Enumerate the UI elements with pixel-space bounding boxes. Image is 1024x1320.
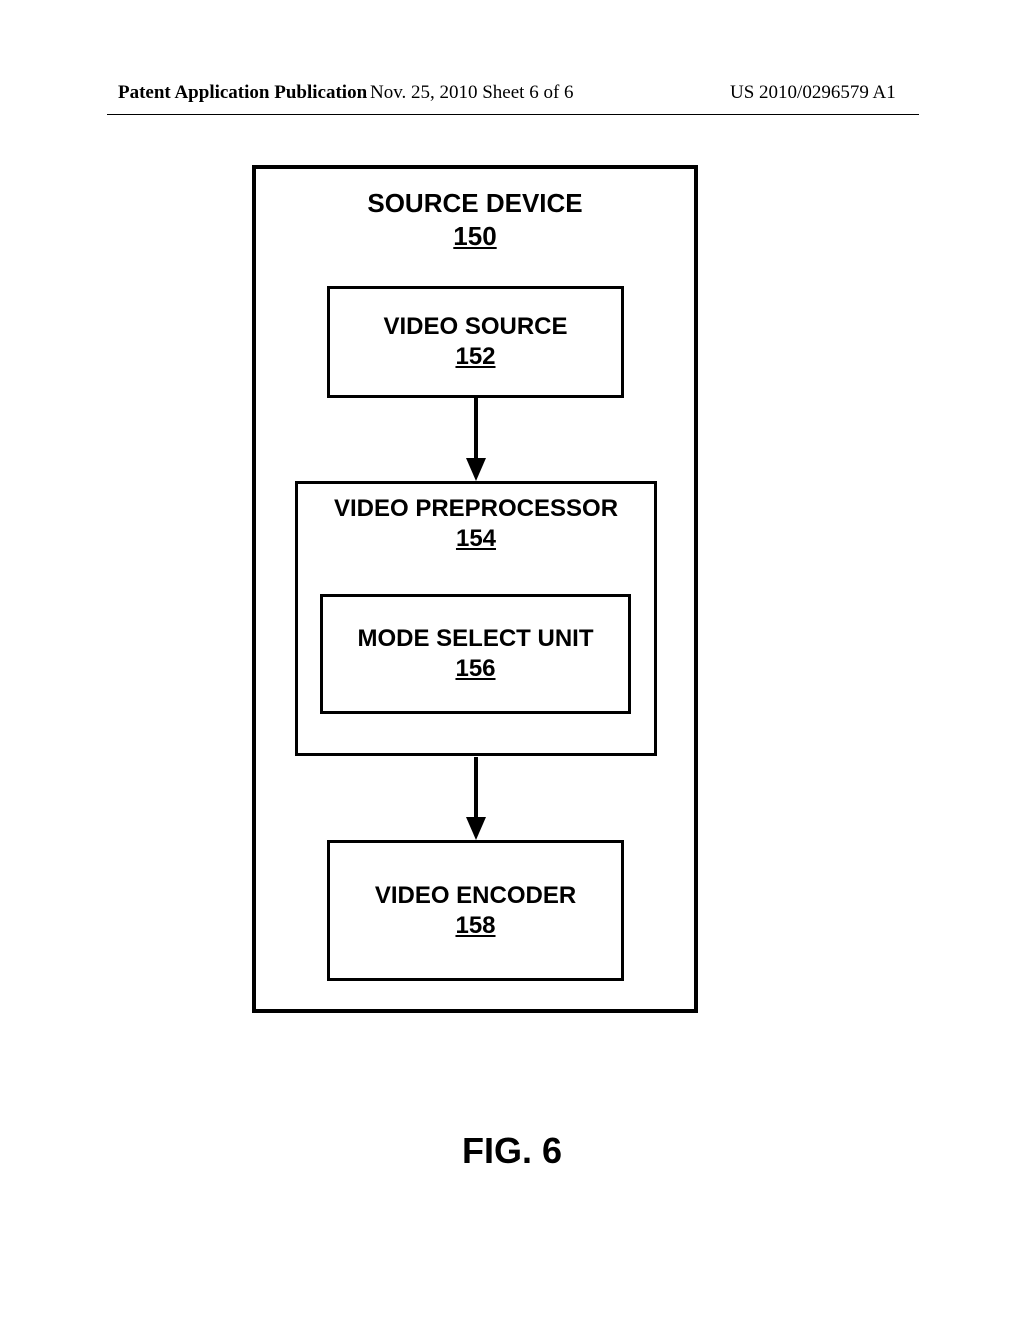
header-publication-label: Patent Application Publication xyxy=(118,82,367,104)
source-device-number: 150 xyxy=(453,221,496,251)
mode-select-block: MODE SELECT UNIT 156 xyxy=(320,594,631,714)
source-device-title: SOURCE DEVICE 150 xyxy=(256,187,694,252)
page: Patent Application Publication Nov. 25, … xyxy=(0,0,1024,1320)
header-rule xyxy=(107,114,919,115)
arrow-source-to-preproc xyxy=(466,398,486,483)
header-patent-number: US 2010/0296579 A1 xyxy=(730,82,896,104)
header-sheet-info: Nov. 25, 2010 Sheet 6 of 6 xyxy=(370,82,574,104)
video-encoder-label: VIDEO ENCODER xyxy=(375,881,576,911)
video-encoder-number: 158 xyxy=(455,911,495,941)
video-encoder-block: VIDEO ENCODER 158 xyxy=(327,840,624,981)
mode-select-number: 156 xyxy=(455,654,495,684)
figure-caption: FIG. 6 xyxy=(0,1130,1024,1172)
video-preprocessor-number: 154 xyxy=(456,524,496,554)
arrow-preproc-to-encoder xyxy=(466,757,486,842)
source-device-block: SOURCE DEVICE 150 VIDEO SOURCE 152 VIDEO… xyxy=(252,165,698,1013)
video-source-number: 152 xyxy=(455,342,495,372)
video-source-label: VIDEO SOURCE xyxy=(383,312,567,342)
source-device-label: SOURCE DEVICE xyxy=(367,188,582,218)
video-source-block: VIDEO SOURCE 152 xyxy=(327,286,624,398)
mode-select-label: MODE SELECT UNIT xyxy=(357,624,593,654)
video-preprocessor-label: VIDEO PREPROCESSOR xyxy=(334,494,618,524)
